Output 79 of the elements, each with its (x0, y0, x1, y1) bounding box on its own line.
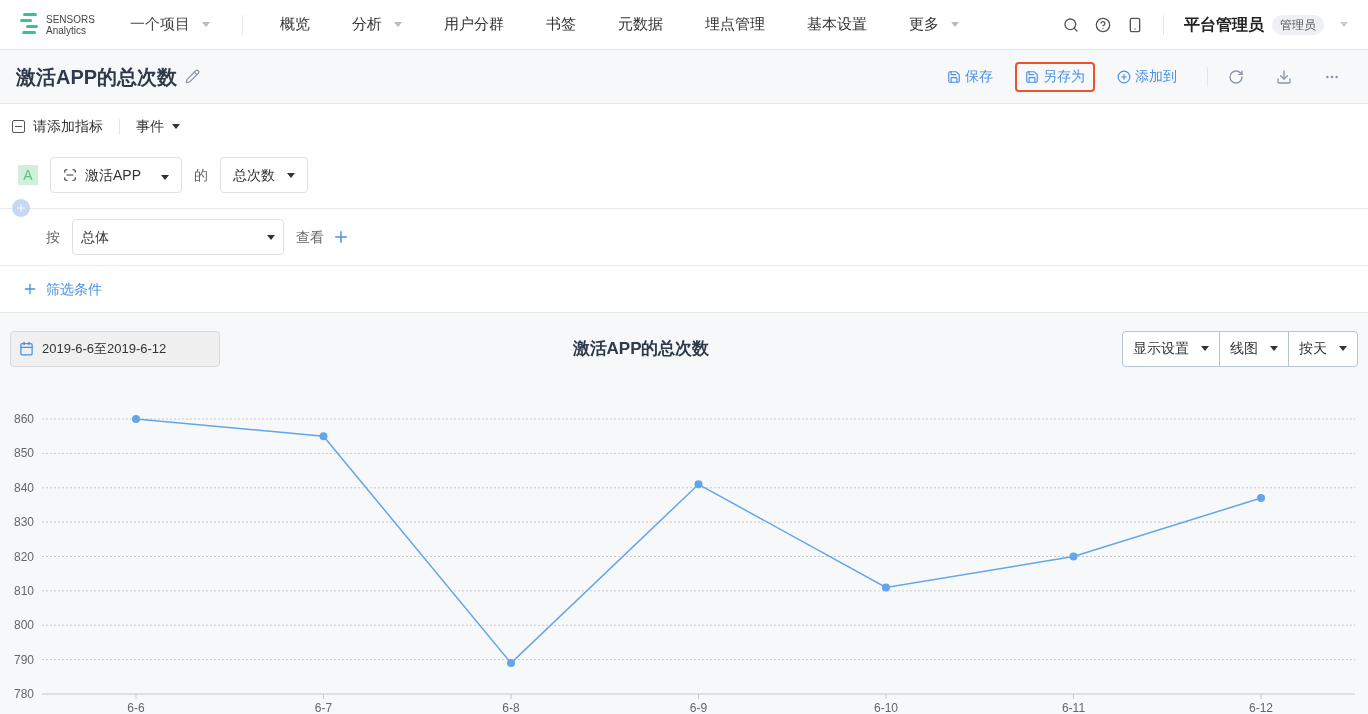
caret-icon (267, 234, 275, 240)
x-axis-label: 6-9 (689, 701, 708, 714)
y-axis-label: 790 (13, 652, 34, 667)
caret-icon (1201, 346, 1209, 351)
x-axis-label: 6-10 (874, 701, 898, 714)
nav-item[interactable]: 元数据 (597, 13, 684, 36)
y-axis-label: 810 (13, 583, 34, 598)
event-selector[interactable]: 激活APP (50, 157, 182, 193)
plus-icon (22, 281, 38, 297)
logo-text: Analytics (46, 24, 87, 36)
data-point (1257, 494, 1265, 503)
save-icon (947, 69, 961, 84)
y-axis-label: 860 (13, 412, 34, 426)
role-tag: 管理员 (1272, 14, 1324, 35)
view-dropdown[interactable]: 线图 (1219, 331, 1288, 366)
add-icon (1117, 69, 1131, 84)
logo-text: SENSORS (46, 13, 95, 25)
view-label: 查看 (296, 227, 324, 247)
nav-item[interactable]: 更多 (888, 13, 980, 36)
caret-icon (951, 22, 959, 27)
y-axis-label: 830 (13, 515, 34, 530)
chart-title: 激活APP的总次数 (571, 337, 711, 360)
metric-header: 请添加指标 (33, 117, 103, 136)
y-axis-label: 780 (13, 687, 34, 701)
y-axis-label: 850 (13, 446, 34, 461)
view-dropdown[interactable]: 按天 (1288, 331, 1357, 366)
add-metric-icon[interactable] (12, 199, 30, 217)
caret-icon (1339, 346, 1347, 351)
nav-item[interactable]: 分析 (331, 13, 423, 36)
filter-button[interactable]: 筛选条件 (22, 278, 102, 300)
caret-icon (287, 172, 295, 178)
report-title: 激活APP的总次数 (16, 64, 178, 90)
data-point (694, 480, 703, 489)
data-point (319, 432, 328, 441)
nav-item[interactable]: 用户分群 (423, 13, 525, 36)
caret-icon (202, 22, 210, 27)
metric-letter: A (18, 165, 38, 185)
x-axis-label: 6-11 (1061, 701, 1086, 714)
calendar-icon (19, 341, 34, 356)
add-group-icon[interactable] (332, 228, 350, 246)
x-axis-label: 6-7 (314, 701, 333, 714)
type-selector[interactable]: 事件 (136, 116, 180, 137)
group-by-label: 按 (46, 227, 60, 247)
nav-item[interactable]: 埋点管理 (684, 13, 786, 36)
data-point (132, 415, 140, 423)
plus-icon (15, 202, 27, 214)
data-point (507, 659, 515, 668)
data-point (1069, 552, 1078, 561)
x-axis-label: 6-12 (1249, 701, 1273, 714)
project-selector[interactable]: 一个项目 (130, 13, 210, 36)
of-label: 的 (194, 165, 208, 185)
user-name[interactable]: 平台管理员 (1184, 12, 1264, 37)
refresh-icon[interactable] (1228, 68, 1244, 85)
caret-icon (1270, 346, 1278, 351)
x-axis-label: 6-8 (502, 701, 520, 714)
group-selector[interactable]: 总体 (72, 219, 284, 255)
y-axis-label: 820 (13, 549, 34, 564)
nav-item[interactable]: 书签 (525, 13, 597, 36)
y-axis-label: 840 (13, 480, 34, 495)
caret-icon (172, 124, 180, 129)
collapse-icon[interactable] (12, 120, 25, 133)
phone-icon[interactable] (1127, 16, 1143, 33)
caret-icon (394, 22, 402, 27)
view-dropdown[interactable]: 显示设置 (1123, 331, 1219, 366)
download-icon[interactable] (1276, 68, 1292, 85)
x-axis-label: 6-6 (127, 701, 145, 714)
caret-icon (161, 174, 169, 180)
edit-icon[interactable] (185, 69, 201, 84)
help-icon[interactable] (1095, 16, 1111, 33)
date-range-picker[interactable]: 2019-6-6至2019-6-12 (10, 330, 220, 367)
save-icon (1025, 69, 1039, 84)
event-icon (63, 168, 77, 182)
measure-selector[interactable]: 总次数 (220, 157, 308, 193)
caret-icon (1340, 22, 1348, 27)
data-point (882, 583, 890, 592)
nav-item[interactable]: 基本设置 (786, 13, 888, 36)
nav-item[interactable]: 概览 (259, 13, 331, 36)
y-axis-label: 800 (13, 618, 34, 633)
search-icon[interactable] (1063, 16, 1079, 33)
